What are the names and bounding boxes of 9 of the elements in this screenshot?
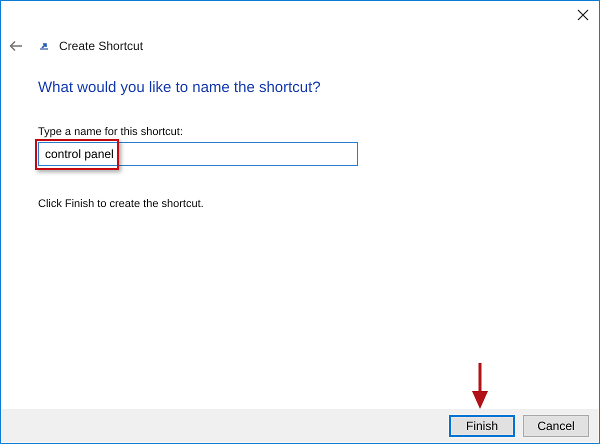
- shortcut-name-field[interactable]: control panel: [38, 142, 358, 166]
- dialog-heading: What would you like to name the shortcut?: [38, 79, 322, 96]
- field-label: Type a name for this shortcut:: [38, 126, 184, 138]
- window-title: Create Shortcut: [59, 39, 144, 53]
- instruction-text: Click Finish to create the shortcut.: [38, 198, 205, 210]
- back-arrow-icon[interactable]: [9, 40, 23, 52]
- shortcut-icon: [39, 41, 49, 51]
- close-icon[interactable]: [577, 9, 589, 21]
- cancel-button[interactable]: Cancel: [523, 415, 589, 437]
